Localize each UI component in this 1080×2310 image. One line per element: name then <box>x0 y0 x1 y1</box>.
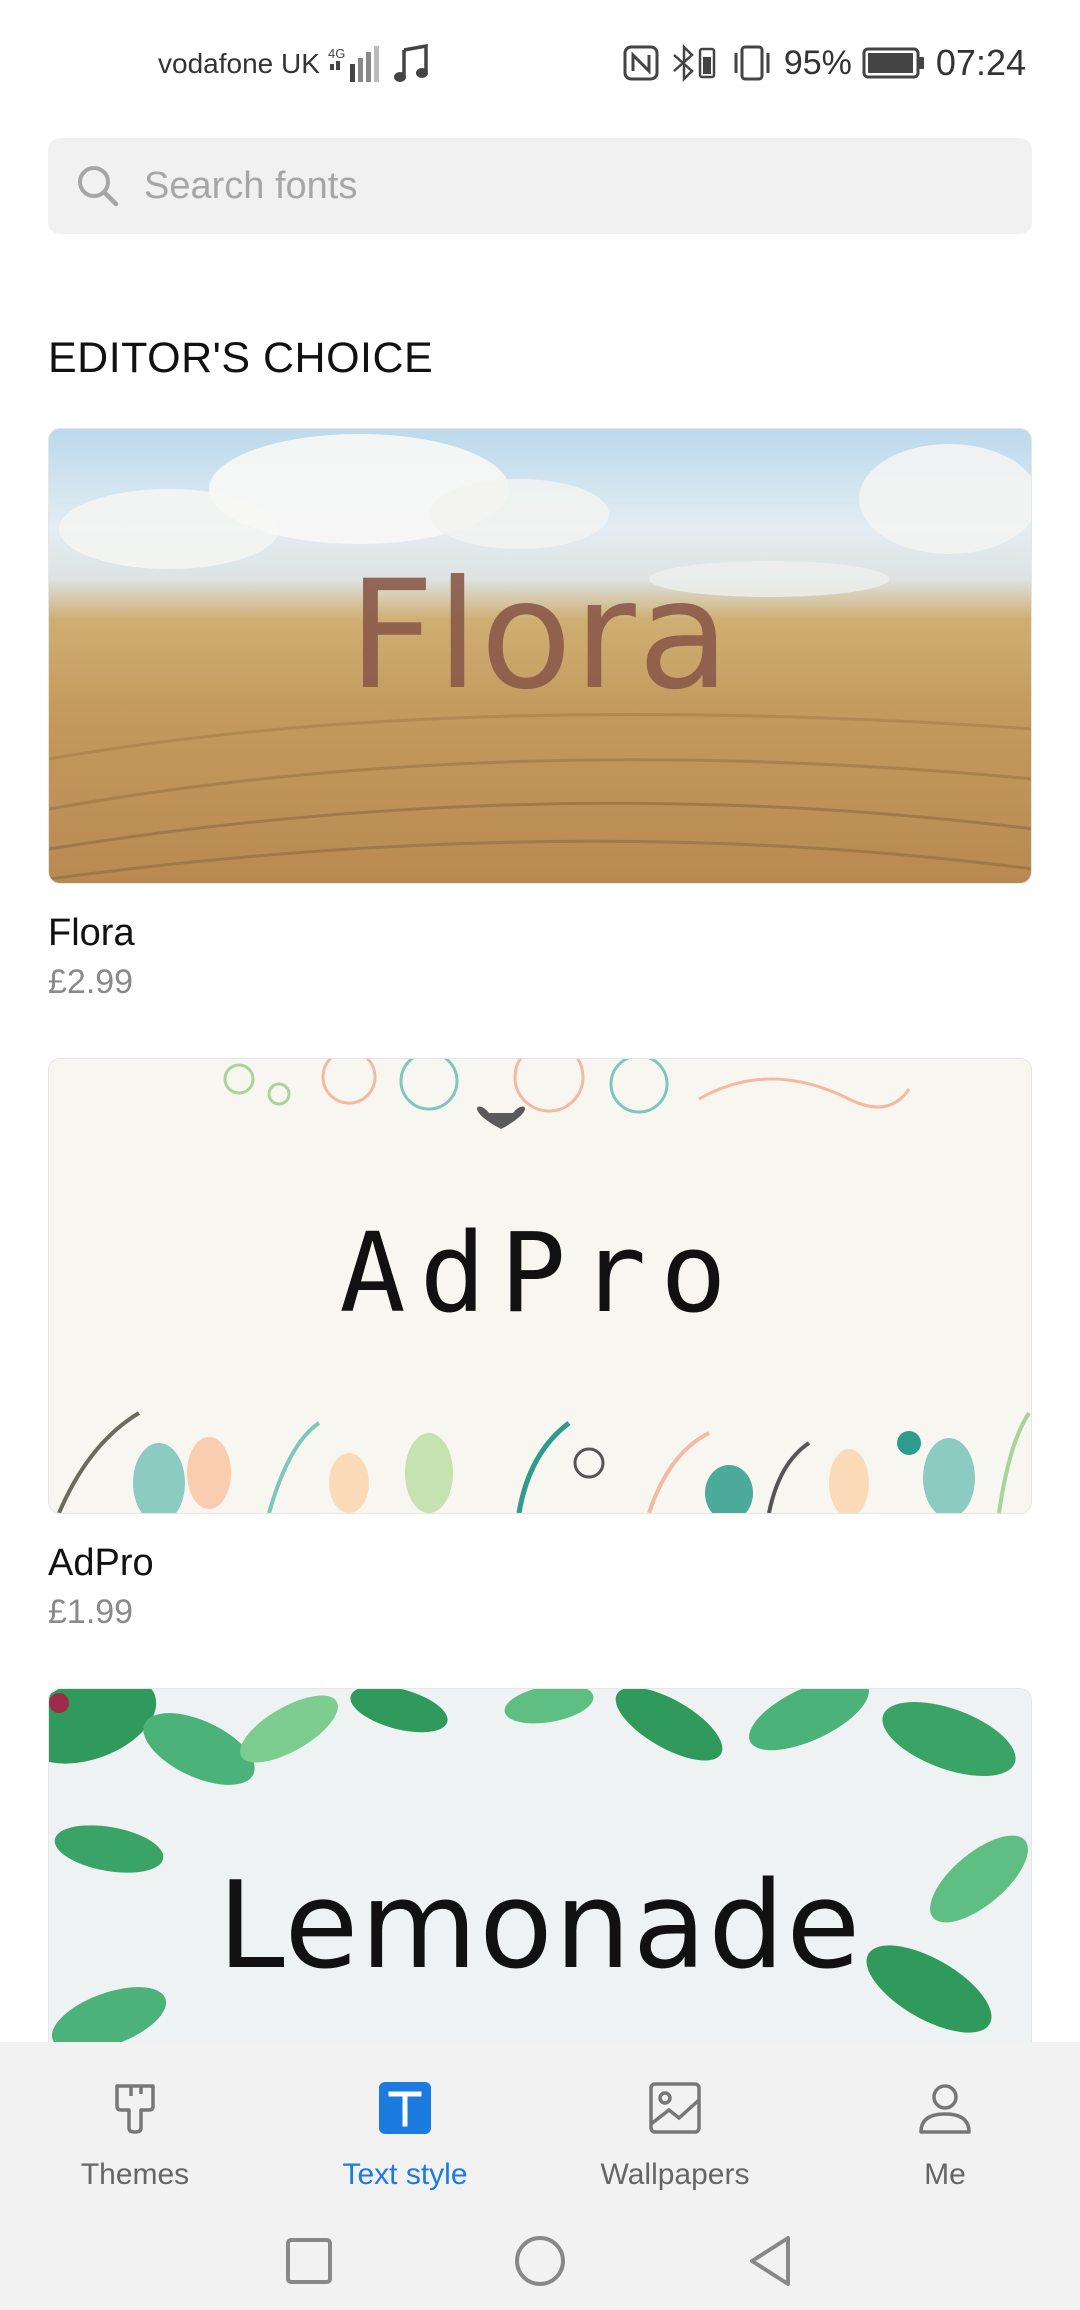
system-navigation-bar <box>0 2212 1080 2310</box>
nav-label: Themes <box>80 2158 190 2191</box>
font-card-adpro[interactable]: AdPro AdPro £1.99 <box>48 1058 1032 1632</box>
network-type-label: 4G <box>328 46 345 61</box>
person-icon <box>919 2084 971 2134</box>
font-price: £1.99 <box>48 1593 134 1631</box>
battery-icon <box>862 47 924 79</box>
nav-label: Text style <box>342 2158 468 2191</box>
battery-percent: 95% <box>783 43 852 82</box>
font-preview-text: Flora <box>348 549 732 723</box>
home-icon[interactable] <box>505 2226 575 2296</box>
status-bar: vodafone UK 4G 95% 07:24 <box>0 0 1080 126</box>
nav-tab-me[interactable]: Me <box>810 2058 1080 2208</box>
font-card-flora[interactable]: Flora Flora £2.99 <box>48 428 1032 1002</box>
clock: 07:24 <box>935 42 1026 83</box>
search-icon <box>78 166 119 207</box>
text-t-icon <box>379 2082 431 2134</box>
nfc-icon <box>623 45 659 81</box>
nav-label: Me <box>924 2158 966 2191</box>
music-note-icon <box>393 44 428 82</box>
font-price: £2.99 <box>48 963 134 1001</box>
font-preview-text: AdPro <box>339 1209 741 1337</box>
font-banner-adpro[interactable]: AdPro <box>48 1058 1032 1514</box>
floral-bottom-decoration <box>57 1411 1031 1513</box>
font-name: AdPro <box>48 1542 154 1584</box>
bottom-navigation: Themes Text style Wallpapers Me <box>0 2042 1080 2212</box>
nav-tab-wallpapers[interactable]: Wallpapers <box>540 2058 810 2208</box>
floral-top-decoration <box>223 1059 911 1129</box>
bluetooth-battery-icon <box>673 43 716 83</box>
section-title: EDITOR'S CHOICE <box>48 334 434 382</box>
nav-tab-themes[interactable]: Themes <box>0 2058 270 2208</box>
status-bar-left: vodafone UK 4G <box>158 40 432 88</box>
paint-brush-icon <box>115 2084 155 2134</box>
font-preview-text: Lemonade <box>217 1857 863 1996</box>
search-bar[interactable] <box>48 138 1032 234</box>
vibrate-icon <box>734 45 770 81</box>
status-bar-right: 95% 07:24 <box>622 36 1026 90</box>
nav-tab-text-style[interactable]: Text style <box>270 2058 540 2208</box>
back-icon[interactable] <box>736 2226 806 2296</box>
search-input[interactable] <box>144 138 1004 234</box>
font-banner-flora[interactable]: Flora <box>48 428 1032 884</box>
font-name: Flora <box>48 912 135 954</box>
signal-icon: 4G <box>328 46 379 82</box>
nav-label: Wallpapers <box>600 2158 750 2191</box>
carrier-label: vodafone UK <box>158 48 320 79</box>
recent-apps-icon[interactable] <box>274 2226 344 2296</box>
image-icon <box>649 2082 701 2134</box>
